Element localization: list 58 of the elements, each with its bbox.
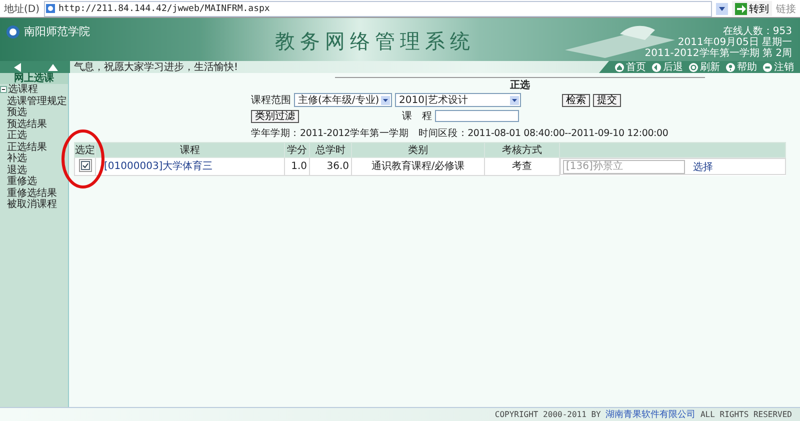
column-header: 课程 <box>96 142 284 158</box>
nav-link[interactable]: 帮助 <box>726 60 757 74</box>
table-cell: 1.0 <box>284 158 310 175</box>
system-title: 教务网络管理系统 <box>275 28 475 55</box>
tree-item[interactable]: 选课管理规定 <box>0 96 68 107</box>
tree-item[interactable]: 退选 <box>0 164 68 176</box>
nav-link[interactable]: 刷新 <box>689 60 720 74</box>
arrow-icon <box>735 2 747 14</box>
sidebar-title: 网上选课 <box>0 73 68 84</box>
table-cell: 考查 <box>484 158 560 175</box>
nav-link[interactable]: 注销 <box>763 60 794 74</box>
course-input[interactable] <box>435 110 519 122</box>
submit-button[interactable]: 提交 <box>593 94 621 106</box>
tree-item[interactable]: 被取消课程 <box>0 199 68 210</box>
course-label: 课 程 <box>402 110 432 123</box>
tree-item[interactable]: 正选结果 <box>0 142 68 153</box>
nav-link[interactable]: 后退 <box>652 60 683 74</box>
table-cell: 通识教育课程/必修课 <box>352 158 484 175</box>
table-cell: 36.0 <box>310 158 352 175</box>
current-term: 2011-2012学年第一学期 第 2周 <box>644 48 792 59</box>
search-button[interactable]: 检索 <box>562 94 590 106</box>
copyright-text: COPYRIGHT 2000-2011 BY 湖南青果软件有限公司 ALL RIGHTS RESERVED <box>494 408 792 421</box>
nav-link[interactable]: 首页 <box>615 60 646 74</box>
column-header: 考核方式 <box>484 142 560 158</box>
column-header: 总学时 <box>310 142 352 158</box>
url-field[interactable]: http://211.84.144.42/jwweb/MAINFRM.aspx <box>44 0 712 16</box>
range-select[interactable]: 主修(本年级/专业) <box>294 93 392 107</box>
column-header: 类别 <box>352 142 484 158</box>
links-label[interactable]: 链接 <box>776 2 796 16</box>
choose-link[interactable]: 选择 <box>693 160 713 174</box>
tree-item[interactable]: 重修选结果 <box>0 188 68 199</box>
major-select[interactable]: 2010|艺术设计 <box>395 93 521 107</box>
current-date: 2011年09月05日 星期一 <box>678 37 792 48</box>
tree-item[interactable]: 预选 <box>0 107 68 118</box>
emblem-icon <box>6 24 20 38</box>
address-label: 地址(D) <box>4 2 40 16</box>
tree-item[interactable]: 正选 <box>0 130 68 142</box>
tree-item[interactable]: 预选结果 <box>0 118 68 130</box>
tree-item[interactable]: 补选 <box>0 153 68 164</box>
dropdown-icon[interactable] <box>716 2 728 14</box>
expander-icon[interactable] <box>0 86 7 94</box>
range-label: 课程范围 <box>251 94 291 107</box>
school-logo-text: 南阳师范学院 <box>24 24 90 39</box>
form-title: 正选 <box>335 77 705 92</box>
select-checkbox[interactable] <box>78 159 92 172</box>
page-icon <box>44 3 56 14</box>
online-count: 在线人数：953 <box>722 26 792 37</box>
tree-item[interactable]: 选课程 <box>0 84 68 96</box>
category-filter-button[interactable]: 类别过滤 <box>251 110 299 122</box>
tree-item[interactable]: 重修选 <box>0 176 68 188</box>
company-link[interactable]: 湖南青果软件有限公司 <box>606 410 696 420</box>
term-info: 学年学期：2011-2012学年第一学期 时间区段：2011-08-01 08:40:00--2011-09-10 12:00:00 <box>251 127 670 140</box>
column-header: 学分 <box>284 142 310 158</box>
go-button[interactable]: 转到 <box>732 1 772 16</box>
notice-marquee: 气息，祝愿大家学习进步，生活愉快! <box>73 60 238 74</box>
dropdown-icon <box>510 96 519 104</box>
dropdown-icon <box>381 96 390 104</box>
column-header: 选定 <box>74 142 96 158</box>
